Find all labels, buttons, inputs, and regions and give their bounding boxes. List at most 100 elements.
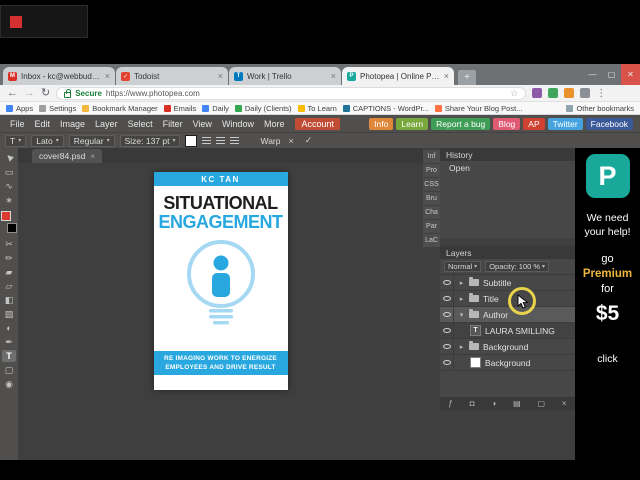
- menu-layer[interactable]: Layer: [90, 119, 123, 129]
- visibility-toggle[interactable]: [440, 355, 454, 370]
- layers-panel-header[interactable]: Layers: [440, 246, 575, 259]
- tab-close-icon[interactable]: ×: [105, 71, 110, 81]
- new-layer-icon[interactable]: ▢: [538, 399, 546, 408]
- tab-close-icon[interactable]: ×: [444, 71, 449, 81]
- report-bug-button[interactable]: Report a bug: [431, 117, 491, 130]
- url-input[interactable]: Secure https://www.photopea.com ☆: [56, 86, 527, 100]
- menu-view[interactable]: View: [188, 119, 217, 129]
- bookmark-manager[interactable]: Bookmark Manager: [82, 104, 158, 113]
- browser-menu-icon[interactable]: ⋮: [596, 88, 606, 99]
- new-tab-button[interactable]: +: [458, 70, 476, 85]
- book-cover-artwork[interactable]: KC TAN SITUATIONAL ENGAGEMENT RE IMAGING…: [153, 172, 288, 390]
- bookmark-emails[interactable]: Emails: [163, 104, 196, 113]
- delete-layer-icon[interactable]: ×: [562, 399, 567, 408]
- info-button[interactable]: Info: [369, 117, 394, 130]
- browser-tab-todoist[interactable]: ✓ Todoist ×: [116, 67, 228, 85]
- font-size-select[interactable]: Size: 137 pt ▾: [119, 134, 181, 147]
- blog-button[interactable]: Blog: [493, 117, 521, 130]
- tab-layer-comps[interactable]: LaC: [423, 234, 440, 247]
- cancel-edit-icon[interactable]: ×: [285, 136, 296, 146]
- extension-icon[interactable]: [532, 88, 543, 98]
- tab-info[interactable]: Inf: [423, 150, 440, 163]
- premium-link[interactable]: Premium: [583, 267, 632, 282]
- brush-tool[interactable]: ▰: [2, 266, 16, 278]
- canvas-area[interactable]: KC TAN SITUATIONAL ENGAGEMENT RE IMAGING…: [18, 163, 423, 460]
- pen-tool[interactable]: ✒: [2, 336, 16, 348]
- clone-stamp-tool[interactable]: ▱: [2, 280, 16, 292]
- back-icon[interactable]: ←: [7, 87, 18, 99]
- align-right-icon[interactable]: [230, 137, 240, 144]
- menu-edit[interactable]: Edit: [30, 119, 56, 129]
- shape-tool[interactable]: ▢: [2, 364, 16, 376]
- new-group-icon[interactable]: ▤: [513, 399, 521, 408]
- tab-brush[interactable]: Bru: [423, 192, 440, 205]
- browser-tab-photopea-active[interactable]: P Photopea | Online Photo... ×: [342, 67, 454, 85]
- warp-text-button[interactable]: Warp: [260, 136, 280, 146]
- color-swatches[interactable]: [1, 211, 17, 233]
- layer-row-subtitle[interactable]: ▸ Subtitle: [440, 275, 575, 291]
- window-minimize-button[interactable]: —: [583, 64, 602, 85]
- expand-arrow-icon[interactable]: ▸: [458, 343, 465, 351]
- expand-arrow-icon[interactable]: ▸: [458, 279, 465, 287]
- background-color-swatch[interactable]: [7, 223, 17, 233]
- bookmark-to-learn[interactable]: To Learn: [297, 104, 337, 113]
- zoom-tool[interactable]: ◉: [2, 378, 16, 390]
- type-tool[interactable]: T: [2, 350, 16, 362]
- foreground-color-swatch[interactable]: [1, 211, 11, 221]
- visibility-toggle[interactable]: [440, 339, 454, 354]
- expand-arrow-icon[interactable]: ▸: [458, 295, 465, 303]
- bookmark-share-post[interactable]: Share Your Blog Post...: [434, 104, 522, 113]
- menu-select[interactable]: Select: [123, 119, 158, 129]
- marquee-tool[interactable]: ▭: [2, 166, 16, 178]
- bookmark-captions[interactable]: CAPTIONS - WordPr...: [342, 104, 429, 113]
- history-panel-header[interactable]: History: [440, 148, 575, 161]
- lasso-tool[interactable]: ∿: [2, 180, 16, 192]
- extension-icon[interactable]: [580, 88, 591, 98]
- layer-effects-icon[interactable]: ƒ: [448, 399, 452, 408]
- layer-mask-icon[interactable]: ◘: [470, 399, 475, 408]
- font-style-select[interactable]: Regular ▾: [68, 134, 115, 147]
- bookmark-apps[interactable]: Apps: [6, 104, 33, 113]
- browser-tab-trello[interactable]: T Work | Trello ×: [229, 67, 341, 85]
- menu-file[interactable]: File: [5, 119, 30, 129]
- tab-css[interactable]: CSS: [423, 178, 440, 191]
- blend-mode-select[interactable]: Normal ▾: [444, 261, 482, 272]
- tab-close-icon[interactable]: ×: [218, 71, 223, 81]
- layer-row-author[interactable]: ▾ Author: [440, 307, 575, 323]
- bookmark-daily[interactable]: Daily: [202, 104, 229, 113]
- visibility-toggle[interactable]: [440, 275, 454, 290]
- history-step-open[interactable]: Open: [440, 161, 575, 174]
- visibility-toggle[interactable]: [440, 307, 454, 322]
- menu-more[interactable]: More: [259, 119, 290, 129]
- layer-row-background[interactable]: Background: [440, 355, 575, 371]
- eyedropper-tool[interactable]: ✏: [2, 252, 16, 264]
- learn-button[interactable]: Learn: [396, 117, 429, 130]
- visibility-toggle[interactable]: [440, 291, 454, 306]
- ap-button[interactable]: AP: [523, 117, 545, 130]
- gradient-tool[interactable]: ▨: [2, 308, 16, 320]
- bookmark-settings[interactable]: Settings: [39, 104, 76, 113]
- move-tool[interactable]: ▶: [0, 149, 18, 167]
- browser-tab-gmail[interactable]: M Inbox - kc@webbuddy... ×: [3, 67, 115, 85]
- layer-row-laura-smilling[interactable]: T LAURA SMILLING: [440, 323, 575, 339]
- crop-tool[interactable]: ✂: [2, 238, 16, 250]
- tab-character[interactable]: Cha: [423, 206, 440, 219]
- text-color-swatch[interactable]: [185, 134, 198, 147]
- tab-properties[interactable]: Pro: [423, 164, 440, 177]
- bookmark-daily-clients[interactable]: Daily (Clients): [234, 104, 292, 113]
- menu-window[interactable]: Window: [217, 119, 259, 129]
- forward-icon[interactable]: →: [24, 87, 35, 99]
- extension-icon[interactable]: [564, 88, 575, 98]
- facebook-button[interactable]: Facebook: [585, 117, 633, 130]
- other-bookmarks[interactable]: Other bookmarks: [566, 104, 634, 113]
- opacity-select[interactable]: Opacity: 100 % ▾: [485, 261, 550, 272]
- tab-close-icon[interactable]: ×: [331, 71, 336, 81]
- close-document-icon[interactable]: ×: [90, 152, 95, 161]
- eraser-tool[interactable]: ◧: [2, 294, 16, 306]
- align-center-icon[interactable]: [216, 137, 226, 144]
- collapse-arrow-icon[interactable]: ▾: [458, 311, 465, 319]
- menu-image[interactable]: Image: [55, 119, 90, 129]
- window-close-button[interactable]: ✕: [621, 64, 640, 85]
- commit-edit-icon[interactable]: ✓: [302, 135, 316, 146]
- twitter-button[interactable]: Twitter: [547, 117, 583, 130]
